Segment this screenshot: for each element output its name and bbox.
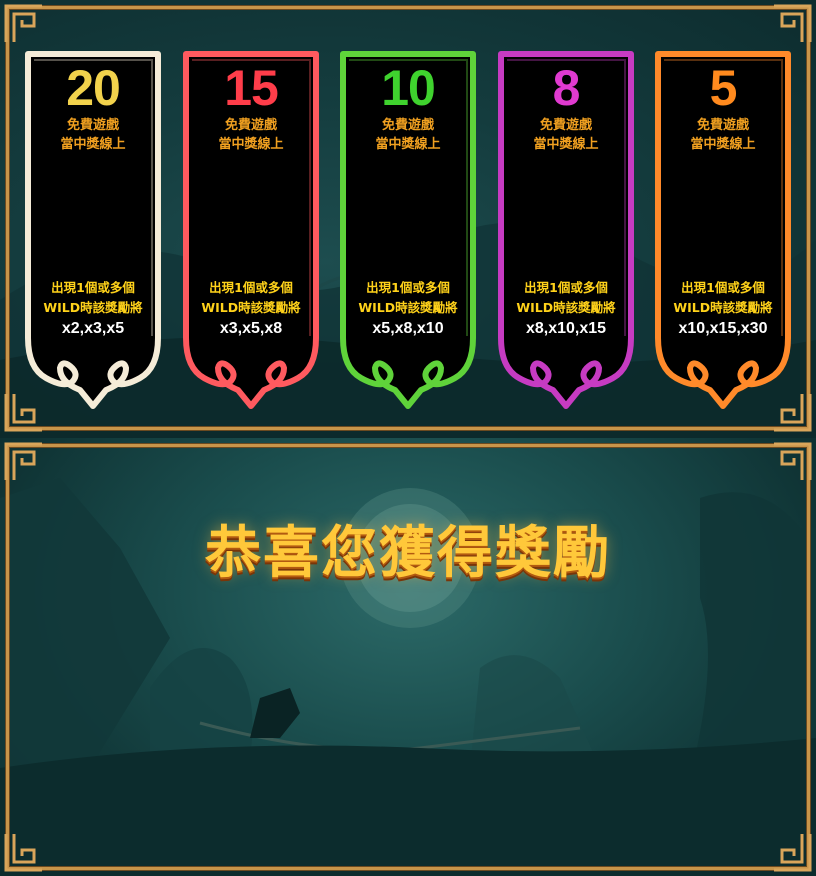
multiplier-values: x10,x15,x30 [678, 320, 768, 337]
condition-line-1: 出現1個或多個 [51, 280, 135, 295]
free-games-banner-green: 10 免費遊戲當中獎線上出現1個或多個 WILD時該獎勵將 x5,x8,x10 [337, 48, 479, 410]
free-games-banner-purple: 8 免費遊戲當中獎線上出現1個或多個 WILD時該獎勵將 x8,x10,x15 [495, 48, 637, 410]
corner-ornament-icon [770, 2, 814, 46]
free-games-label: 免費遊戲 [539, 118, 592, 133]
free-games-panel: 20 免費遊戲當中獎線上出現1個或多個 WILD時該獎勵將 x2,x3,x5 15 免費遊… [0, 0, 816, 436]
corner-ornament-icon [2, 2, 46, 46]
condition-line-1: 出現1個或多個 [366, 280, 450, 295]
background-scenery [0, 478, 816, 876]
free-games-label: 免費遊戲 [66, 118, 119, 133]
winline-label: 當中獎線上 [218, 137, 284, 152]
free-games-banner-red: 15 免費遊戲當中獎線上出現1個或多個 WILD時該獎勵將 x3,x5,x8 [180, 48, 322, 410]
condition-line-2: WILD時該獎勵將 [201, 300, 301, 315]
condition-line-1: 出現1個或多個 [524, 280, 608, 295]
free-games-count: 10 [381, 60, 436, 116]
winline-label: 當中獎線上 [690, 137, 756, 152]
multiplier-values: x2,x3,x5 [61, 320, 125, 337]
condition-line-1: 出現1個或多個 [681, 280, 765, 295]
free-games-banner-white: 20 免費遊戲當中獎線上出現1個或多個 WILD時該獎勵將 x2,x3,x5 [22, 48, 164, 410]
free-games-count: 5 [709, 60, 738, 116]
free-games-label: 免費遊戲 [224, 118, 277, 133]
multiplier-values: x3,x5,x8 [219, 320, 283, 337]
free-games-count: 20 [66, 60, 121, 116]
free-games-count: 15 [224, 60, 279, 116]
free-games-label: 免費遊戲 [381, 118, 434, 133]
condition-line-2: WILD時該獎勵將 [358, 300, 458, 315]
winline-label: 當中獎線上 [533, 137, 599, 152]
corner-ornament-icon [2, 440, 46, 484]
congratulations-title: 恭喜您獲得獎勵 [205, 520, 611, 586]
free-games-label: 免費遊戲 [696, 118, 749, 133]
congratulations-panel: 恭喜您獲得獎勵 [0, 438, 816, 876]
winline-label: 當中獎線上 [60, 137, 126, 152]
multiplier-values: x5,x8,x10 [372, 320, 444, 337]
corner-ornament-icon [2, 830, 46, 874]
condition-line-1: 出現1個或多個 [209, 280, 293, 295]
winline-label: 當中獎線上 [375, 137, 441, 152]
corner-ornament-icon [770, 440, 814, 484]
corner-ornament-icon [770, 830, 814, 874]
condition-line-2: WILD時該獎勵將 [43, 300, 143, 315]
condition-line-2: WILD時該獎勵將 [516, 300, 616, 315]
free-games-banner-orange: 5 免費遊戲當中獎線上出現1個或多個 WILD時該獎勵將 x10,x15,x30 [652, 48, 794, 410]
free-games-count: 8 [552, 60, 581, 116]
condition-line-2: WILD時該獎勵將 [673, 300, 773, 315]
multiplier-values: x8,x10,x15 [525, 320, 607, 337]
